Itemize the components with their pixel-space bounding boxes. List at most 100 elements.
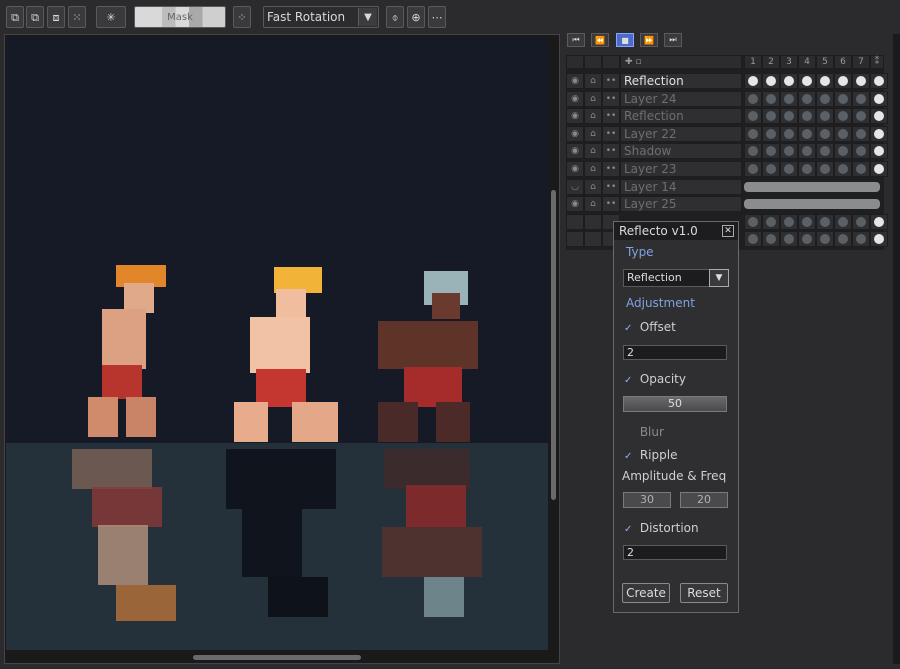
layer-name[interactable]: Layer 22 <box>620 125 742 142</box>
layer-toggle-cell[interactable] <box>584 231 602 248</box>
eye-icon[interactable]: ◉ <box>566 161 584 177</box>
cel[interactable] <box>762 73 780 89</box>
frame-header-7[interactable]: 7 <box>852 55 870 69</box>
opacity-checkbox[interactable]: ✓ Opacity <box>624 372 686 386</box>
layer-toggle-cell[interactable] <box>566 231 584 248</box>
selection-mode-replace-button[interactable]: ⧉ <box>6 6 24 28</box>
cel[interactable] <box>816 73 834 89</box>
cel[interactable] <box>798 108 816 125</box>
cel[interactable] <box>816 108 834 125</box>
cel[interactable] <box>852 213 870 230</box>
last-frame-button[interactable]: ⏭ <box>664 33 682 47</box>
cel[interactable] <box>852 108 870 125</box>
continuous-link-icon[interactable]: •• <box>602 125 620 142</box>
eye-icon[interactable]: ◉ <box>566 108 584 125</box>
lock-icon[interactable]: ⌂ <box>584 196 602 213</box>
cel[interactable] <box>780 213 798 230</box>
cel[interactable] <box>852 125 870 142</box>
cel[interactable] <box>852 90 870 107</box>
cel[interactable] <box>798 73 816 89</box>
cel[interactable] <box>834 161 852 177</box>
cel[interactable] <box>798 161 816 177</box>
stop-button[interactable]: ■ <box>616 33 634 47</box>
next-frame-button[interactable]: ⏩ <box>640 33 658 47</box>
layer-row[interactable]: ◉ ⌂ •• Reflection <box>566 73 888 90</box>
cel[interactable] <box>780 231 798 248</box>
layer-row[interactable]: ◉ ⌂ •• Layer 24 <box>566 90 888 108</box>
cel[interactable] <box>762 108 780 125</box>
layer-name[interactable]: Shadow <box>620 143 742 160</box>
canvas-horizontal-scrollbar[interactable] <box>193 655 361 660</box>
pixel-grid-button[interactable]: ⁘ <box>233 6 251 28</box>
cel[interactable] <box>816 213 834 230</box>
cel[interactable] <box>870 161 888 177</box>
cel[interactable] <box>762 90 780 107</box>
cel[interactable] <box>834 73 852 89</box>
amplitude-slider[interactable]: 30 <box>623 492 671 508</box>
frame-header-2[interactable]: 2 <box>762 55 780 69</box>
cel[interactable] <box>834 231 852 248</box>
eye-icon[interactable]: ◉ <box>566 90 584 107</box>
cel[interactable] <box>780 73 798 89</box>
continuous-link-icon[interactable]: •• <box>602 90 620 107</box>
continuous-link-icon[interactable]: •• <box>602 178 620 195</box>
ripple-checkbox[interactable]: ✓ Ripple <box>624 448 677 462</box>
cel[interactable] <box>870 143 888 160</box>
cel[interactable] <box>852 143 870 160</box>
distortion-input[interactable]: 2 <box>623 545 727 560</box>
cel[interactable] <box>816 125 834 142</box>
cel[interactable] <box>816 231 834 248</box>
mask-toggle[interactable]: Mask <box>134 6 226 28</box>
cel[interactable] <box>762 161 780 177</box>
eye-icon[interactable]: ◉ <box>566 143 584 160</box>
reset-button[interactable]: Reset <box>680 583 728 603</box>
lock-icon[interactable]: ⌂ <box>584 143 602 160</box>
cel[interactable] <box>798 90 816 107</box>
frame-header-5[interactable]: 5 <box>816 55 834 69</box>
layer-row[interactable]: ◉ ⌂ •• Layer 25 <box>566 196 884 213</box>
cel[interactable] <box>744 161 762 177</box>
frame-header-3[interactable]: 3 <box>780 55 798 69</box>
cel[interactable] <box>852 161 870 177</box>
lock-icon[interactable]: ⌂ <box>584 178 602 195</box>
cel[interactable] <box>744 125 762 142</box>
first-frame-button[interactable]: ⏮ <box>567 33 585 47</box>
layer-toggle-cell[interactable] <box>566 213 584 230</box>
transparent-color-button[interactable]: ✳ <box>96 6 126 28</box>
blur-checkbox[interactable]: Blur <box>624 425 664 439</box>
cel[interactable] <box>744 231 762 248</box>
pivot-button[interactable]: ⌽ <box>386 6 404 28</box>
linked-cel-bar[interactable] <box>744 199 880 210</box>
cel[interactable] <box>870 108 888 125</box>
cel[interactable] <box>852 73 870 89</box>
header-new-layer-icons[interactable]: ✚ ▫ <box>620 55 742 69</box>
layer-row[interactable]: ◉ ⌂ •• Layer 23 <box>566 161 888 178</box>
cel[interactable] <box>798 231 816 248</box>
layer-name[interactable]: Layer 14 <box>620 178 742 195</box>
cel[interactable] <box>798 125 816 142</box>
frame-tag-icon[interactable]: ⁑ <box>870 55 884 69</box>
cel[interactable] <box>816 90 834 107</box>
close-icon[interactable]: ✕ <box>722 225 734 237</box>
cel[interactable] <box>762 143 780 160</box>
cel[interactable] <box>816 161 834 177</box>
cel[interactable] <box>816 143 834 160</box>
cel[interactable] <box>762 231 780 248</box>
align-button[interactable]: ⊕ <box>407 6 425 28</box>
eye-closed-icon[interactable]: ◡ <box>566 178 584 195</box>
frequency-slider[interactable]: 20 <box>680 492 728 508</box>
layer-row[interactable]: ◉ ⌂ •• Layer 22 <box>566 125 888 143</box>
cel[interactable] <box>780 143 798 160</box>
layer-name[interactable]: Reflection <box>620 108 742 125</box>
cel[interactable] <box>780 125 798 142</box>
layer-name[interactable]: Reflection <box>620 73 742 89</box>
sprite-canvas[interactable] <box>6 37 548 650</box>
cel[interactable] <box>834 125 852 142</box>
cel[interactable] <box>762 125 780 142</box>
offset-input[interactable]: 2 <box>623 345 727 360</box>
cel[interactable] <box>870 90 888 107</box>
lock-icon[interactable]: ⌂ <box>584 161 602 177</box>
lock-icon[interactable]: ⌂ <box>584 108 602 125</box>
cel[interactable] <box>798 143 816 160</box>
layer-name[interactable]: Layer 25 <box>620 196 742 213</box>
